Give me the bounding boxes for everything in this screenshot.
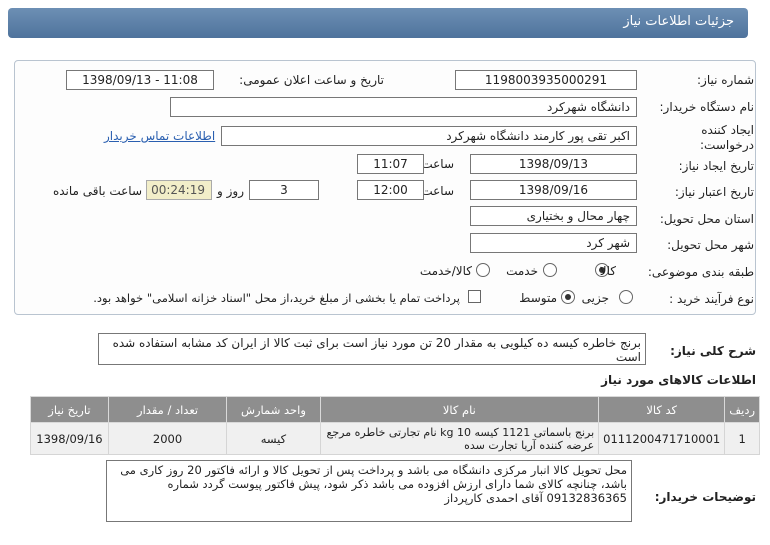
days-remaining-field: 3 [249, 180, 319, 200]
buyer-org-label: نام دستگاه خریدار: [659, 100, 755, 114]
buyer-org-field: دانشگاه شهرکرد [170, 97, 637, 117]
category-service-radio[interactable] [543, 263, 557, 277]
cell-name: برنج باسماتی 1121 کیسه 10 kg نام تجارتی … [319, 422, 600, 455]
day-and-label: روز و [217, 184, 244, 198]
summary-text: برنج خاطره کیسه ده کیلویی به مقدار 20 تن… [98, 333, 646, 365]
page-title: جزئیات اطلاعات نیاز [623, 14, 734, 29]
cell-unit: کیسه [226, 422, 321, 455]
page-header: جزئیات اطلاعات نیاز [8, 8, 748, 38]
cell-date: 1398/09/16 [30, 422, 109, 455]
category-label: طبقه بندی موضوعی: [647, 265, 754, 279]
created-date-label: تاریخ ایجاد نیاز: [678, 159, 754, 173]
goods-table: ردیف کد کالا نام کالا واحد شمارش تعداد /… [30, 396, 760, 455]
category-goods-label: کالا [599, 264, 616, 278]
province-field: چهار محال و بختیاری [470, 206, 637, 226]
process-partial-label: جزیی [581, 291, 609, 305]
created-time-label: ساعت [421, 157, 454, 171]
process-label: نوع فرآیند خرید : [669, 292, 754, 306]
valid-time-field: 12:00 [357, 180, 424, 200]
process-medium-label: متوسط [519, 291, 557, 305]
summary-label: شرح کلی نیاز: [670, 344, 756, 358]
table-row: 1 0111200471710001 برنج باسماتی 1121 کیس… [30, 422, 760, 455]
col-name: نام کالا [319, 396, 600, 423]
need-number-field: 1198003935000291 [455, 70, 637, 90]
col-date: تاریخ نیاز [30, 396, 109, 423]
requester-field: اکبر تقی پور کارمند دانشگاه شهرکرد [221, 126, 637, 146]
buyer-notes-label: توضیحات خریدار: [654, 490, 756, 504]
requester-label-line1: ایجاد کننده [701, 123, 754, 137]
valid-date-label: تاریخ اعتبار نیاز: [674, 185, 754, 199]
process-partial-radio[interactable] [619, 290, 633, 304]
created-date-field: 1398/09/13 [470, 154, 637, 174]
created-time-field: 11:07 [357, 154, 424, 174]
col-unit: واحد شمارش [226, 396, 321, 423]
province-label: استان محل تحویل: [659, 212, 754, 226]
category-service-label: خدمت [506, 264, 538, 278]
treasury-payment-checkbox[interactable] [468, 290, 481, 303]
city-field: شهر کرد [470, 233, 637, 253]
remaining-time-field: 00:24:19 [146, 180, 212, 200]
category-goods-service-radio[interactable] [476, 263, 490, 277]
col-code: کد کالا [598, 396, 726, 423]
cell-qty: 2000 [107, 422, 228, 455]
cell-code: 0111200471710001 [598, 422, 726, 455]
valid-time-label: ساعت [421, 184, 454, 198]
cell-row: 1 [724, 422, 760, 455]
buyer-notes-text: محل تحویل کالا انبار مرکزی دانشگاه می با… [106, 460, 632, 522]
col-qty: تعداد / مقدار [107, 396, 228, 423]
need-number-label: شماره نیاز: [697, 73, 754, 87]
remaining-time-label: ساعت باقی مانده [52, 184, 142, 198]
announce-field: 1398/09/13 - 11:08 [66, 70, 214, 90]
city-label: شهر محل تحویل: [667, 238, 754, 252]
announce-label: تاریخ و ساعت اعلان عمومی: [239, 73, 384, 87]
col-row: ردیف [724, 396, 760, 423]
buyer-contact-link[interactable]: اطلاعات تماس خریدار [104, 129, 215, 143]
category-goods-service-label: کالا/خدمت [419, 264, 472, 278]
valid-date-field: 1398/09/16 [470, 180, 637, 200]
goods-table-header: ردیف کد کالا نام کالا واحد شمارش تعداد /… [30, 396, 760, 423]
goods-section-title: اطلاعات کالاهای مورد نیاز [601, 373, 756, 387]
treasury-payment-note: پرداخت تمام یا بخشی از مبلغ خرید،از محل … [93, 291, 460, 305]
process-medium-radio[interactable] [561, 290, 575, 304]
requester-label-line2: درخواست: [700, 138, 754, 152]
